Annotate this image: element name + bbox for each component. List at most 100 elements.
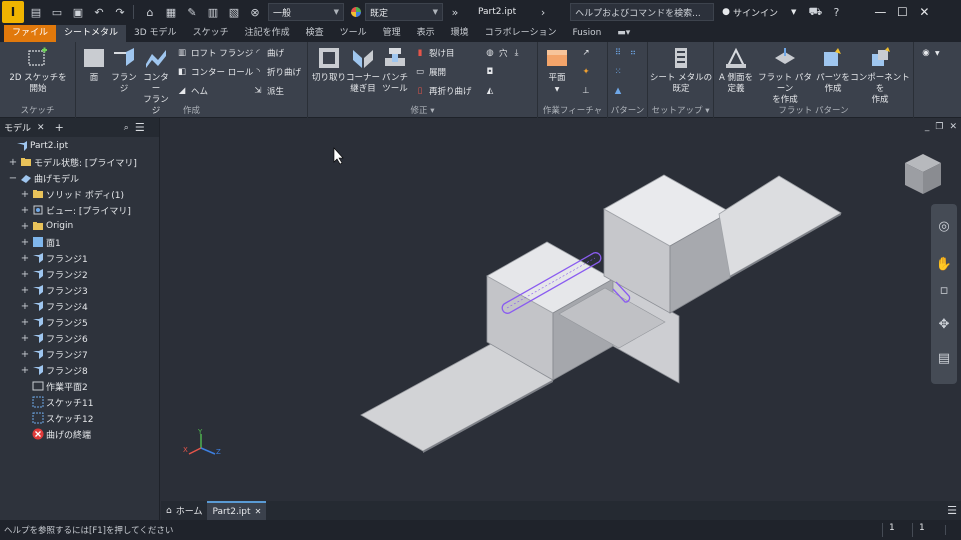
- menu-icon[interactable]: ☰: [135, 121, 145, 134]
- tab-inspect[interactable]: 検査: [298, 25, 332, 42]
- tab-manage[interactable]: 管理: [375, 25, 409, 42]
- tab-view[interactable]: 表示: [409, 25, 443, 42]
- tab-annotate[interactable]: 注記を作成: [237, 25, 298, 42]
- cancel-icon[interactable]: ⊗: [246, 3, 264, 21]
- cut-button[interactable]: 切り取り: [312, 46, 346, 84]
- tree-expander-icon[interactable]: +: [20, 253, 30, 264]
- make-part-button[interactable]: パーツを 作成: [816, 46, 850, 95]
- inventor-logo-icon[interactable]: I: [2, 1, 24, 23]
- browser-tree-item[interactable]: 作業平面2: [0, 378, 88, 394]
- tree-expander-icon[interactable]: +: [20, 237, 30, 248]
- arrow-down-icon[interactable]: ⤓: [511, 47, 523, 59]
- undo-icon[interactable]: ↶: [90, 3, 108, 21]
- save-icon[interactable]: ▣: [69, 3, 87, 21]
- circ-pattern-button[interactable]: ⁙: [612, 66, 624, 78]
- help-search-input[interactable]: ヘルプおよびコマンドを検索...: [570, 3, 715, 21]
- tree-expander-icon[interactable]: +: [20, 221, 30, 232]
- close-icon[interactable]: ✕: [913, 1, 935, 23]
- sheet-metal-defaults-button[interactable]: シート メタルの 既定: [648, 46, 714, 95]
- mirror-button[interactable]: ▲: [612, 85, 624, 97]
- tree-expander-icon[interactable]: +: [20, 189, 30, 200]
- home-icon[interactable]: ⌂: [141, 3, 159, 21]
- doc-tab-home[interactable]: ⌂ ホーム: [161, 501, 207, 520]
- tree-expander-icon[interactable]: +: [20, 317, 30, 328]
- tree-expander-icon[interactable]: +: [20, 349, 30, 360]
- browser-tree-item[interactable]: + フランジ5: [0, 314, 88, 330]
- cart-icon[interactable]: ⛟: [806, 3, 824, 21]
- create-flat-pattern-button[interactable]: フラット パターン を作成: [754, 46, 816, 106]
- derive-button[interactable]: ⇲ 派生: [252, 85, 284, 97]
- tree-expander-icon[interactable]: +: [8, 157, 18, 168]
- make-component-button[interactable]: コンポーネントを 作成: [848, 46, 912, 106]
- rect-pattern-button[interactable]: ⠿ ⠶: [612, 47, 639, 59]
- open-folder-icon[interactable]: ▭: [48, 3, 66, 21]
- browser-tree-item[interactable]: Part2.ipt: [0, 138, 68, 154]
- corner-chamfer-button[interactable]: ◭: [484, 85, 496, 97]
- browser-tree-item[interactable]: − 曲げモデル: [0, 170, 79, 186]
- tree-expander-icon[interactable]: +: [20, 333, 30, 344]
- browser-tree-item[interactable]: + フランジ1: [0, 250, 88, 266]
- browser-tree-item[interactable]: + フランジ8: [0, 362, 88, 378]
- ribbon-options-button[interactable]: ◉ ▼: [920, 47, 939, 59]
- point-button[interactable]: ✦: [580, 66, 592, 78]
- fold-button[interactable]: ◝ 折り曲げ: [252, 66, 301, 78]
- browser-tree-item[interactable]: + フランジ3: [0, 282, 88, 298]
- sheet-metal-model[interactable]: Y X Z: [161, 118, 961, 501]
- browser-tree-item[interactable]: スケッチ12: [0, 410, 93, 426]
- tab-environments[interactable]: 環境: [443, 25, 477, 42]
- appearance-color-icon[interactable]: [347, 3, 365, 21]
- doc-tabs-menu-icon[interactable]: ☰: [947, 504, 957, 517]
- tree-expander-icon[interactable]: −: [8, 173, 18, 184]
- search-icon[interactable]: ⌕: [124, 123, 129, 133]
- update-icon[interactable]: ▦: [162, 3, 180, 21]
- orbit-icon[interactable]: ✥: [936, 316, 952, 332]
- tree-expander-icon[interactable]: +: [20, 269, 30, 280]
- browser-tree-item[interactable]: + フランジ6: [0, 330, 88, 346]
- tab-3d-model[interactable]: 3D モデル: [126, 25, 185, 42]
- style-combo[interactable]: 一般 ▼: [268, 3, 344, 21]
- add-tab-icon[interactable]: +: [55, 121, 64, 134]
- browser-tree-item[interactable]: スケッチ11: [0, 394, 93, 410]
- tab-collaborate[interactable]: コラボレーション: [477, 25, 565, 42]
- material-icon[interactable]: ▧: [225, 3, 243, 21]
- browser-tree-item[interactable]: + モデル状態: [プライマリ]: [0, 154, 137, 170]
- steering-wheel-icon[interactable]: ◎: [936, 218, 952, 234]
- minimize-icon[interactable]: —: [869, 1, 891, 23]
- tab-sketch[interactable]: スケッチ: [185, 25, 237, 42]
- hem-button[interactable]: ◢ ヘム: [176, 85, 208, 97]
- flange-button[interactable]: フランジ: [108, 46, 140, 95]
- look-at-icon[interactable]: ▤: [936, 350, 952, 366]
- browser-tab-model[interactable]: モデル: [4, 121, 31, 134]
- measure-icon[interactable]: ✎: [183, 3, 201, 21]
- browser-tree-item[interactable]: 曲げの終端: [0, 426, 91, 442]
- graphics-viewport[interactable]: _ ❐ ✕ Y X Z ◎ ✋ ▫ ✥ ▤: [161, 118, 961, 501]
- tree-expander-icon[interactable]: +: [20, 365, 30, 376]
- maximize-icon[interactable]: ☐: [891, 1, 913, 23]
- browser-tree-item[interactable]: + Origin: [0, 218, 73, 234]
- browser-tree-item[interactable]: + ビュー: [プライマリ]: [0, 202, 131, 218]
- tab-tools[interactable]: ツール: [332, 25, 375, 42]
- tab-fusion[interactable]: Fusion: [565, 25, 610, 42]
- select-icon[interactable]: ▥: [204, 3, 222, 21]
- contour-roll-button[interactable]: ◧ コンター ロール: [176, 66, 253, 78]
- browser-tree-item[interactable]: + フランジ7: [0, 346, 88, 362]
- start-2d-sketch-button[interactable]: 2D スケッチを 開始: [4, 46, 72, 95]
- define-a-side-button[interactable]: A 側面を 定義: [716, 46, 756, 95]
- browser-tree-item[interactable]: + 面1: [0, 234, 61, 250]
- bend-button[interactable]: ◜ 曲げ: [252, 47, 284, 59]
- expand-toolbar-icon[interactable]: »: [446, 3, 464, 21]
- face-button[interactable]: 面: [80, 46, 108, 84]
- doc-tab-part2[interactable]: Part2.ipt ✕: [207, 501, 267, 520]
- unfold-button[interactable]: ▭ 展開: [414, 66, 446, 78]
- viewcube-icon[interactable]: [903, 152, 943, 196]
- corner-seam-button[interactable]: コーナー 継ぎ目: [346, 46, 380, 95]
- signin-button[interactable]: ● サインイン ▼: [722, 6, 796, 19]
- ucs-button[interactable]: ⊥: [580, 85, 592, 97]
- rip-button[interactable]: ▮ 裂け目: [414, 47, 455, 59]
- appearance-combo[interactable]: 既定 ▼: [365, 3, 443, 21]
- hole-button[interactable]: ◍ 穴 ⤓: [484, 47, 523, 59]
- browser-tree-item[interactable]: + フランジ4: [0, 298, 88, 314]
- close-icon[interactable]: ✕: [255, 507, 262, 516]
- tab-sheet-metal[interactable]: シートメタル: [56, 25, 127, 42]
- loft-flange-button[interactable]: ▥ ロフト フランジ: [176, 47, 253, 59]
